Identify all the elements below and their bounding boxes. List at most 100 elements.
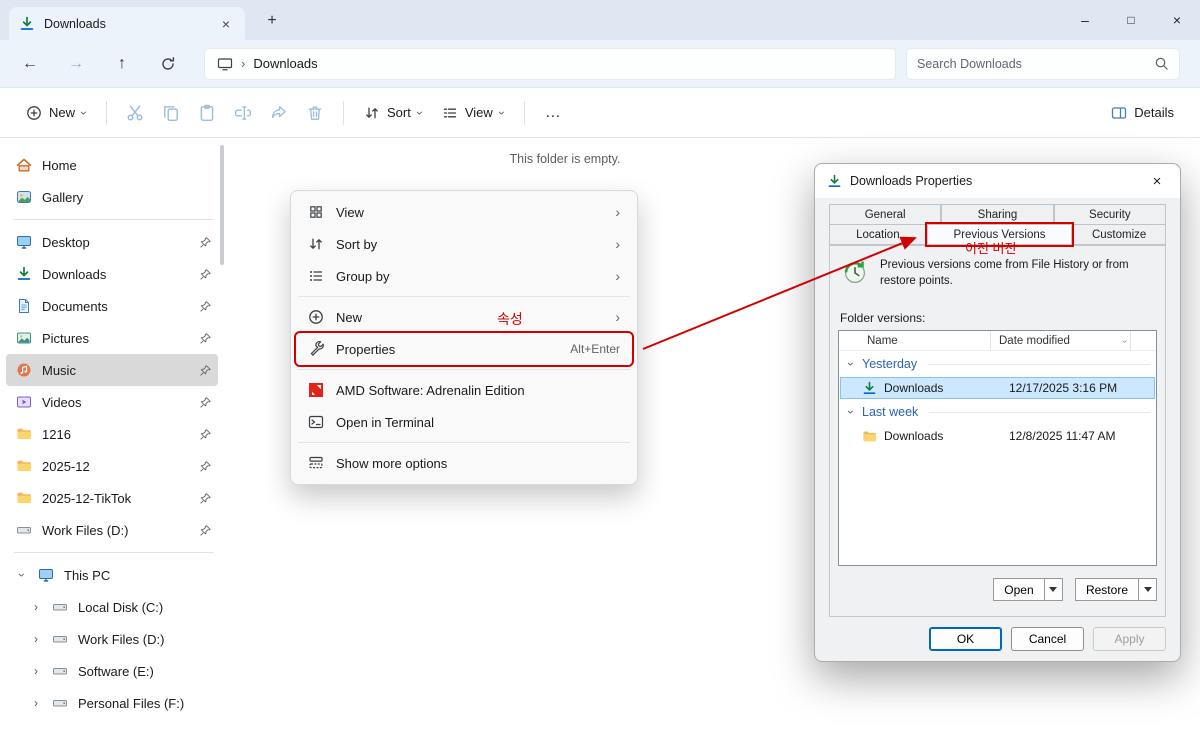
sidebar-item-this-pc[interactable]: This PC bbox=[6, 559, 218, 591]
sidebar-item-personal-files-f[interactable]: Personal Files (F:) bbox=[6, 687, 218, 719]
sidebar-item-videos[interactable]: Videos bbox=[6, 386, 218, 418]
chevron-right-icon[interactable] bbox=[30, 664, 42, 678]
menu-item-label: AMD Software: Adrenalin Edition bbox=[336, 383, 620, 398]
sidebar-item-work-files-d[interactable]: Work Files (D:) bbox=[6, 623, 218, 655]
chevron-down-icon[interactable] bbox=[845, 405, 857, 419]
plus-circle-icon bbox=[26, 105, 42, 121]
column-header-date-modified[interactable]: Date modified bbox=[991, 331, 1131, 350]
chevron-right-icon[interactable] bbox=[30, 600, 42, 614]
cut-button[interactable] bbox=[117, 95, 153, 131]
sidebar-item-software-e[interactable]: Software (E:) bbox=[6, 655, 218, 687]
menu-item-view[interactable]: View bbox=[296, 196, 632, 228]
group-header-yesterday[interactable]: Yesterday bbox=[839, 351, 1156, 377]
toolbar-divider bbox=[106, 101, 107, 125]
menu-item-new[interactable]: New bbox=[296, 301, 632, 333]
menu-item-label: Show more options bbox=[336, 456, 620, 471]
tab-location[interactable]: Location bbox=[829, 224, 927, 245]
back-button[interactable] bbox=[14, 48, 46, 80]
sidebar-item-desktop[interactable]: Desktop bbox=[6, 226, 218, 258]
version-row-last-week-downloads[interactable]: Downloads 12/8/2025 11:47 AM bbox=[840, 425, 1155, 447]
sidebar-item-label: Personal Files (F:) bbox=[78, 696, 212, 711]
menu-item-amd-software[interactable]: AMD Software: Adrenalin Edition bbox=[296, 374, 632, 406]
refresh-button[interactable] bbox=[152, 48, 184, 80]
rename-button[interactable] bbox=[225, 95, 261, 131]
titlebar: Downloads bbox=[0, 0, 1200, 40]
navigation-pane: Home Gallery Desktop Downloads Documents… bbox=[0, 139, 228, 750]
open-button[interactable]: Open bbox=[993, 578, 1045, 601]
sort-button[interactable]: Sort bbox=[354, 98, 432, 128]
drive-icon bbox=[52, 695, 68, 711]
home-icon bbox=[16, 157, 32, 173]
open-dropdown-button[interactable] bbox=[1045, 578, 1063, 601]
dialog-close-button[interactable] bbox=[1136, 164, 1178, 198]
pin-icon bbox=[199, 300, 212, 313]
sidebar-item-1216[interactable]: 1216 bbox=[6, 418, 218, 450]
restore-button[interactable]: Restore bbox=[1075, 578, 1139, 601]
wrench-icon bbox=[308, 341, 324, 357]
version-row-yesterday-downloads[interactable]: Downloads 12/17/2025 3:16 PM bbox=[840, 377, 1155, 399]
this-pc-icon bbox=[38, 567, 54, 583]
drive-icon bbox=[52, 631, 68, 647]
address-bar[interactable]: Downloads bbox=[204, 48, 896, 80]
delete-button[interactable] bbox=[297, 95, 333, 131]
new-button[interactable]: New bbox=[16, 98, 96, 128]
see-more-button[interactable] bbox=[535, 100, 572, 126]
view-button[interactable]: View bbox=[432, 98, 514, 128]
sidebar-item-home[interactable]: Home bbox=[6, 149, 218, 181]
pin-icon bbox=[199, 460, 212, 473]
sidebar-item-documents[interactable]: Documents bbox=[6, 290, 218, 322]
chevron-down-icon[interactable] bbox=[845, 357, 857, 371]
ok-button[interactable]: OK bbox=[929, 627, 1002, 651]
chevron-down-icon[interactable] bbox=[16, 568, 28, 582]
sidebar-item-gallery[interactable]: Gallery bbox=[6, 181, 218, 213]
sort-button-label: Sort bbox=[387, 105, 411, 120]
forward-button[interactable] bbox=[60, 48, 92, 80]
copy-button[interactable] bbox=[153, 95, 189, 131]
sidebar-item-work-files[interactable]: Work Files (D:) bbox=[6, 514, 218, 546]
share-button[interactable] bbox=[261, 95, 297, 131]
tab-security[interactable]: Security bbox=[1054, 204, 1166, 224]
menu-item-show-more-options[interactable]: Show more options bbox=[296, 447, 632, 479]
details-button[interactable]: Details bbox=[1101, 98, 1184, 128]
details-button-label: Details bbox=[1134, 105, 1174, 120]
search-box[interactable] bbox=[906, 48, 1180, 80]
close-button[interactable] bbox=[1154, 0, 1200, 40]
sidebar-item-pictures[interactable]: Pictures bbox=[6, 322, 218, 354]
sidebar-item-downloads[interactable]: Downloads bbox=[6, 258, 218, 290]
restore-dropdown-button[interactable] bbox=[1139, 578, 1157, 601]
up-button[interactable] bbox=[106, 48, 138, 80]
minimize-button[interactable] bbox=[1062, 0, 1108, 40]
menu-item-group-by[interactable]: Group by bbox=[296, 260, 632, 292]
sidebar-item-2025-12[interactable]: 2025-12 bbox=[6, 450, 218, 482]
documents-icon bbox=[16, 298, 32, 314]
menu-item-label: Sort by bbox=[336, 237, 603, 252]
sidebar-divider bbox=[14, 219, 214, 220]
sidebar-item-2025-12-tiktok[interactable]: 2025-12-TikTok bbox=[6, 482, 218, 514]
menu-item-open-in-terminal[interactable]: Open in Terminal bbox=[296, 406, 632, 438]
paste-button[interactable] bbox=[189, 95, 225, 131]
breadcrumb[interactable]: Downloads bbox=[253, 56, 317, 71]
chevron-right-icon[interactable] bbox=[30, 696, 42, 710]
pictures-icon bbox=[16, 330, 32, 346]
submenu-chevron-icon bbox=[615, 204, 620, 220]
sidebar-item-music[interactable]: Music bbox=[6, 354, 218, 386]
version-date: 12/17/2025 3:16 PM bbox=[1009, 381, 1117, 395]
explorer-tab-downloads[interactable]: Downloads bbox=[9, 7, 245, 40]
search-input[interactable] bbox=[917, 57, 1154, 71]
group-header-last-week[interactable]: Last week bbox=[839, 399, 1156, 425]
pin-icon bbox=[199, 364, 212, 377]
sidebar-scrollbar[interactable] bbox=[220, 145, 224, 265]
tab-general[interactable]: General bbox=[829, 204, 941, 224]
menu-item-sort-by[interactable]: Sort by bbox=[296, 228, 632, 260]
maximize-button[interactable] bbox=[1108, 0, 1154, 40]
menu-item-properties[interactable]: Properties Alt+Enter bbox=[296, 333, 632, 365]
sidebar-item-local-disk-c[interactable]: Local Disk (C:) bbox=[6, 591, 218, 623]
tab-close-icon[interactable] bbox=[217, 16, 235, 32]
tab-sharing[interactable]: Sharing bbox=[941, 204, 1053, 224]
chevron-right-icon[interactable] bbox=[30, 632, 42, 646]
cancel-button[interactable]: Cancel bbox=[1011, 627, 1084, 651]
apply-button[interactable]: Apply bbox=[1093, 627, 1166, 651]
column-header-name[interactable]: Name bbox=[839, 331, 991, 350]
tab-customize[interactable]: Customize bbox=[1072, 224, 1166, 245]
new-tab-button[interactable] bbox=[257, 6, 287, 36]
